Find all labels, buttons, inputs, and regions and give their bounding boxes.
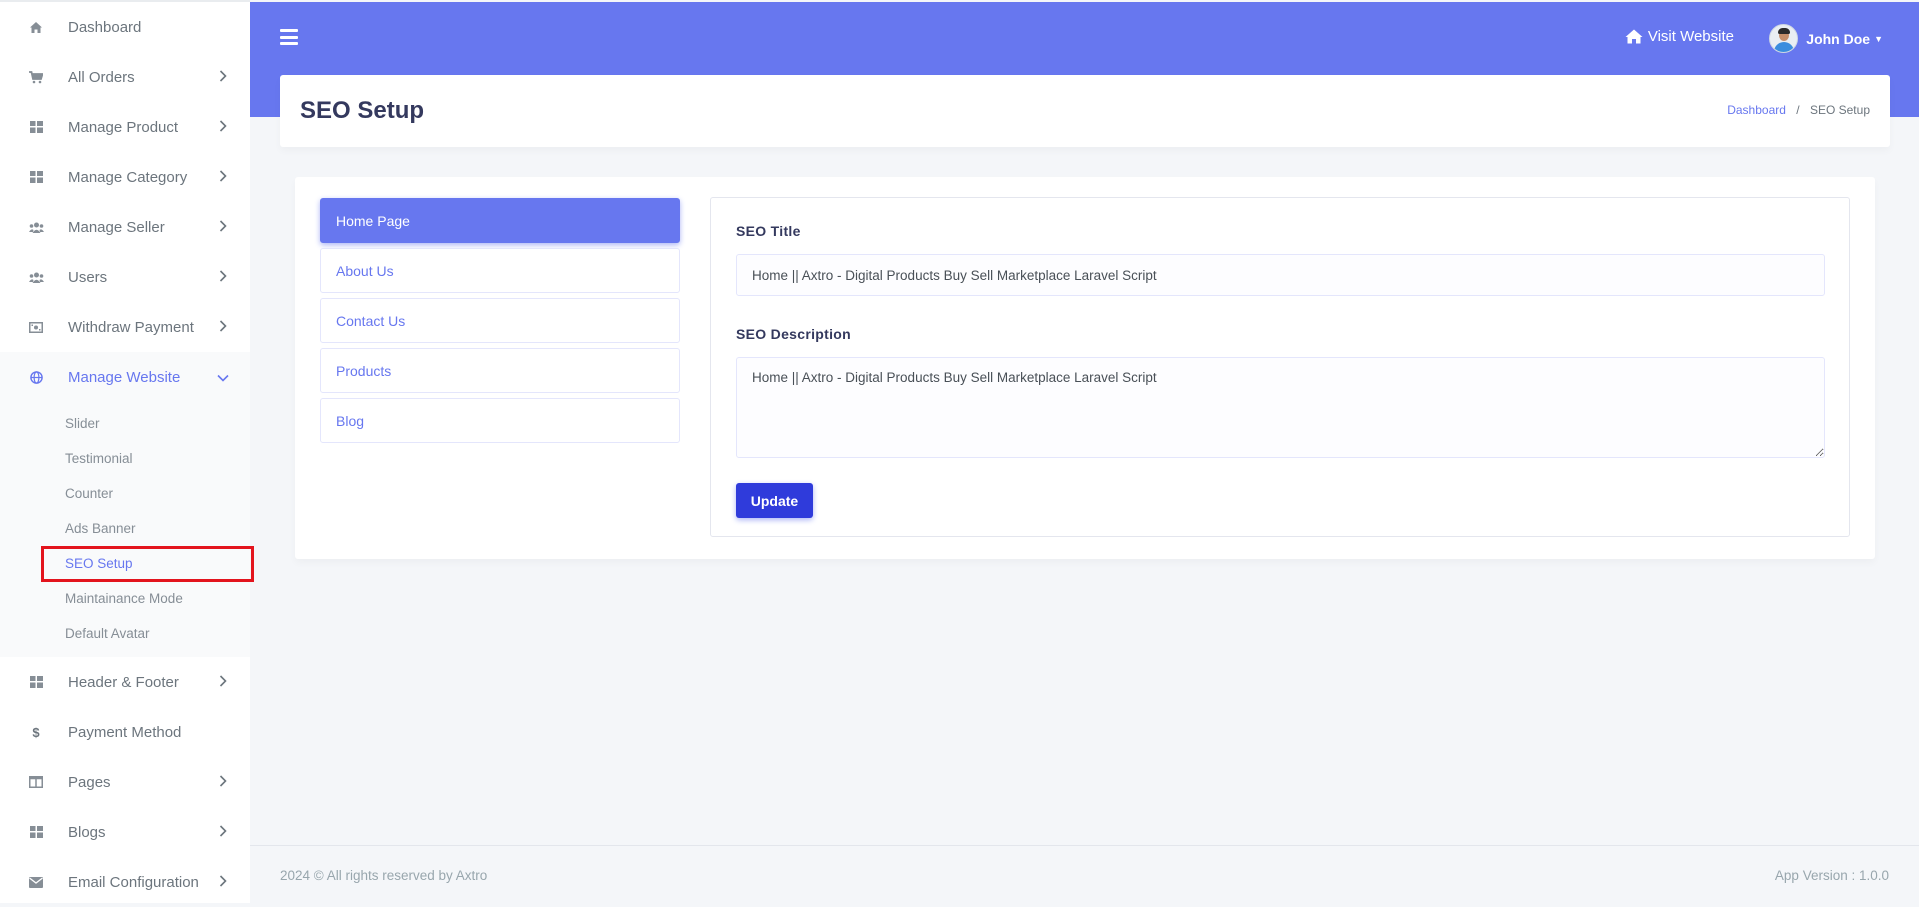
- visit-website-label: Visit Website: [1647, 28, 1734, 45]
- chevron-right-icon: [216, 119, 230, 135]
- grid-icon: [28, 169, 44, 185]
- sidebar-item-all-orders[interactable]: All Orders: [0, 52, 250, 102]
- submenu-item-counter[interactable]: Counter: [0, 476, 250, 511]
- user-name: John Doe: [1806, 30, 1871, 47]
- sidebar-item-label: Withdraw Payment: [68, 318, 194, 336]
- tab-contact-us[interactable]: Contact Us: [320, 298, 680, 343]
- sidebar-item-label: Header & Footer: [68, 673, 179, 691]
- sidebar-item-email-configuration[interactable]: Email Configuration: [0, 857, 250, 907]
- breadcrumb-separator: /: [1796, 103, 1800, 117]
- cart-icon: [28, 69, 44, 85]
- sidebar-item-label: Payment Method: [68, 723, 182, 741]
- submenu-item-maintainance-mode[interactable]: Maintainance Mode: [0, 581, 250, 616]
- submenu-item-default-avatar[interactable]: Default Avatar: [0, 616, 250, 651]
- seo-form: SEO Title SEO Description Home || Axtro …: [710, 197, 1850, 537]
- breadcrumb-dashboard-link[interactable]: Dashboard: [1727, 103, 1786, 117]
- chevron-down-icon: [216, 370, 230, 385]
- sidebar-item-label: Manage Product: [68, 118, 179, 136]
- sidebar-item-blogs[interactable]: Blogs: [0, 807, 250, 857]
- sidebar-item-withdraw-payment[interactable]: Withdraw Payment: [0, 302, 250, 352]
- sidebar-item-label: Users: [68, 268, 108, 286]
- home-icon: [1625, 29, 1643, 44]
- manage-website-submenu: Slider Testimonial Counter Ads Banner SE…: [0, 402, 254, 657]
- tab-products[interactable]: Products: [320, 348, 680, 393]
- breadcrumb: Dashboard / SEO Setup: [1727, 103, 1870, 117]
- sidebar-item-manage-product[interactable]: Manage Product: [0, 102, 250, 152]
- chevron-right-icon: [216, 269, 230, 285]
- seo-setup-card: Home Page About Us Contact Us Products B…: [295, 177, 1875, 559]
- section-header: SEO Setup Dashboard / SEO Setup: [280, 75, 1890, 147]
- sidebar-item-label: Dashboard: [68, 18, 142, 36]
- dollar-icon: $: [32, 724, 40, 740]
- update-button[interactable]: Update: [736, 483, 813, 518]
- columns-icon: [28, 774, 44, 790]
- seo-description-textarea[interactable]: Home || Axtro - Digital Products Buy Sel…: [736, 357, 1825, 458]
- caret-down-icon: ▼: [1874, 33, 1883, 44]
- app-version: App Version : 1.0.0: [1774, 868, 1889, 883]
- sidebar-item-dashboard[interactable]: Dashboard: [0, 2, 250, 52]
- sidebar-item-manage-website[interactable]: Manage Website: [0, 352, 250, 402]
- sidebar: Dashboard All Orders Manage Product Mana…: [0, 0, 254, 903]
- sidebar-item-label: Manage Seller: [68, 218, 165, 236]
- money-icon: [28, 319, 44, 335]
- user-menu[interactable]: John Doe ▼: [1769, 24, 1883, 53]
- seo-title-input[interactable]: [736, 254, 1825, 296]
- sidebar-item-manage-seller[interactable]: Manage Seller: [0, 202, 250, 252]
- breadcrumb-current: SEO Setup: [1809, 103, 1870, 117]
- sidebar-item-label: Email Configuration: [68, 873, 199, 891]
- sidebar-item-label: Manage Category: [68, 168, 188, 186]
- tab-blog[interactable]: Blog: [320, 398, 680, 443]
- chevron-right-icon: [216, 169, 230, 185]
- grid-icon: [28, 119, 44, 135]
- chevron-right-icon: [216, 69, 230, 85]
- sidebar-item-users[interactable]: Users: [0, 252, 250, 302]
- sidebar-item-pages[interactable]: Pages: [0, 757, 250, 807]
- page-title: SEO Setup: [300, 97, 425, 124]
- chevron-right-icon: [216, 674, 230, 690]
- submenu-item-testimonial[interactable]: Testimonial: [0, 441, 250, 476]
- envelope-icon: [28, 874, 44, 890]
- sidebar-item-manage-category[interactable]: Manage Category: [0, 152, 250, 202]
- sidebar-item-label: Pages: [68, 773, 111, 791]
- page-tabs: Home Page About Us Contact Us Products B…: [320, 198, 680, 448]
- submenu-item-seo-setup[interactable]: SEO Setup: [0, 546, 254, 582]
- grid-icon: [28, 824, 44, 840]
- chevron-right-icon: [216, 219, 230, 235]
- chevron-right-icon: [216, 874, 230, 890]
- tab-about-us[interactable]: About Us: [320, 248, 680, 293]
- sidebar-item-payment-method[interactable]: $ Payment Method: [0, 707, 250, 757]
- avatar: [1769, 24, 1799, 53]
- seo-description-label: SEO Description: [736, 326, 851, 342]
- visit-website-link[interactable]: Visit Website: [1625, 28, 1734, 45]
- home-icon: [28, 19, 44, 35]
- footer-copyright: 2024 © All rights reserved by Axtro: [280, 868, 488, 883]
- submenu-item-slider[interactable]: Slider: [0, 406, 250, 441]
- sidebar-item-header-footer[interactable]: Header & Footer: [0, 657, 250, 707]
- sidebar-item-label: Blogs: [68, 823, 106, 841]
- chevron-right-icon: [216, 774, 230, 790]
- seo-title-label: SEO Title: [736, 223, 801, 239]
- tab-home-page[interactable]: Home Page: [320, 198, 680, 243]
- submenu-item-ads-banner[interactable]: Ads Banner: [0, 511, 250, 546]
- users-icon: [28, 269, 44, 285]
- grid-icon: [28, 674, 44, 690]
- users-icon: [28, 219, 44, 235]
- sidebar-item-label: All Orders: [68, 68, 135, 86]
- chevron-right-icon: [216, 824, 230, 840]
- sidebar-item-label: Manage Website: [68, 368, 181, 386]
- globe-icon: [28, 369, 44, 385]
- footer: 2024 © All rights reserved by Axtro App …: [250, 845, 1919, 903]
- chevron-right-icon: [216, 319, 230, 335]
- hamburger-menu-icon[interactable]: [280, 29, 298, 45]
